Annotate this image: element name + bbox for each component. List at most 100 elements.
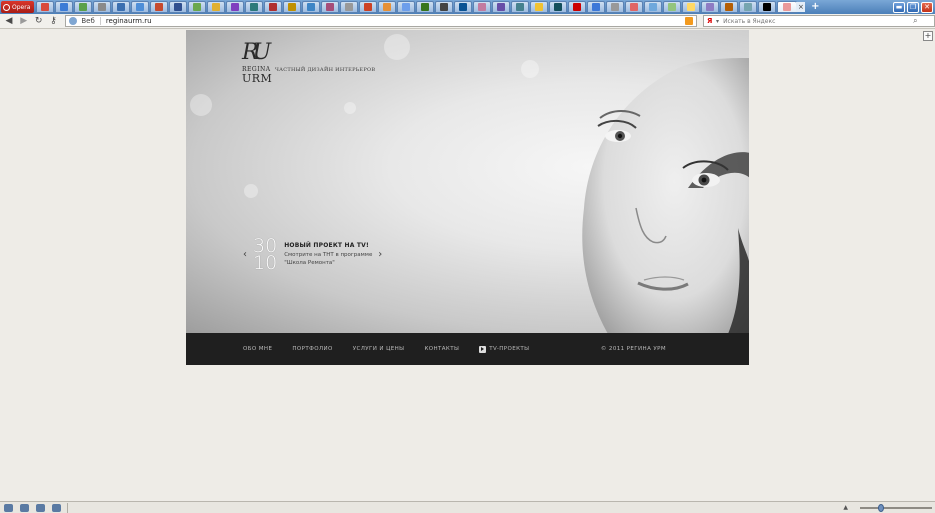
tv-projects-label: TV-ПРОЕКТЫ bbox=[489, 346, 530, 352]
browser-tab[interactable] bbox=[397, 1, 416, 13]
tab-strip bbox=[36, 1, 798, 13]
browser-tab[interactable] bbox=[264, 1, 283, 13]
panel-toggle-button[interactable]: + bbox=[923, 31, 933, 41]
browser-tab[interactable] bbox=[606, 1, 625, 13]
nav-link-services[interactable]: УСЛУГИ И ЦЕНЫ bbox=[353, 346, 405, 352]
browser-tab[interactable] bbox=[150, 1, 169, 13]
browser-tab[interactable] bbox=[112, 1, 131, 13]
tab-favicon-icon bbox=[136, 3, 145, 11]
promo-next-arrow[interactable]: › bbox=[378, 249, 382, 260]
tab-close-icon[interactable]: × bbox=[796, 2, 806, 12]
browser-tab[interactable] bbox=[283, 1, 302, 13]
browser-tab[interactable] bbox=[378, 1, 397, 13]
browser-tab[interactable] bbox=[777, 1, 798, 13]
status-bar: ▲ bbox=[0, 501, 935, 513]
tab-favicon-icon bbox=[212, 3, 221, 11]
zoom-control: ▲ bbox=[843, 503, 932, 512]
tab-favicon-icon bbox=[592, 3, 601, 11]
forward-button[interactable]: ▶ bbox=[18, 15, 30, 27]
site-logo[interactable]: RU REGINA URM bbox=[242, 40, 272, 85]
browser-tab[interactable] bbox=[340, 1, 359, 13]
browser-tab[interactable] bbox=[644, 1, 663, 13]
browser-tab[interactable] bbox=[207, 1, 226, 13]
browser-tab[interactable] bbox=[492, 1, 511, 13]
browser-tab[interactable] bbox=[435, 1, 454, 13]
view-options-icon[interactable]: ▲ bbox=[843, 504, 848, 511]
tab-favicon-icon bbox=[269, 3, 278, 11]
opera-unite-icon[interactable] bbox=[20, 503, 29, 512]
panels-icon[interactable] bbox=[4, 503, 13, 512]
promo-title[interactable]: НОВЫЙ ПРОЕКТ НА TV! bbox=[284, 242, 374, 249]
search-field[interactable]: Я ▾ ⌕ bbox=[703, 15, 935, 27]
wand-key-button[interactable]: ⚷ bbox=[48, 15, 60, 27]
zoom-slider[interactable] bbox=[860, 503, 932, 512]
browser-tab[interactable] bbox=[587, 1, 606, 13]
browser-tab[interactable] bbox=[169, 1, 188, 13]
url-text[interactable]: reginaurm.ru bbox=[106, 17, 685, 25]
bokeh-light bbox=[521, 60, 539, 78]
new-tab-button[interactable]: + bbox=[809, 1, 821, 13]
browser-tab[interactable] bbox=[321, 1, 340, 13]
search-input[interactable] bbox=[723, 17, 914, 25]
promo-body-line: Смотрите на ТНТ в программе bbox=[284, 252, 373, 258]
browser-tab[interactable] bbox=[188, 1, 207, 13]
search-icon[interactable]: ⌕ bbox=[913, 16, 917, 26]
browser-tab[interactable] bbox=[701, 1, 720, 13]
nav-link-contacts[interactable]: КОНТАКТЫ bbox=[424, 346, 459, 352]
nav-link-tv-projects[interactable]: TV-ПРОЕКТЫ bbox=[479, 345, 530, 353]
nav-link-portfolio[interactable]: ПОРТФОЛИО bbox=[292, 346, 332, 352]
opera-menu-button[interactable]: Opera bbox=[1, 1, 35, 13]
reload-button[interactable]: ↻ bbox=[33, 15, 45, 27]
address-toolbar: ◀ ▶ ↻ ⚷ Веб reginaurm.ru Я ▾ ⌕ bbox=[0, 14, 935, 29]
tab-favicon-icon bbox=[459, 3, 468, 11]
browser-tab[interactable] bbox=[55, 1, 74, 13]
browser-tab[interactable] bbox=[549, 1, 568, 13]
status-divider bbox=[67, 502, 68, 513]
logo-monogram: RU bbox=[242, 40, 271, 65]
browser-tab[interactable] bbox=[473, 1, 492, 13]
browser-tab[interactable] bbox=[720, 1, 739, 13]
play-icon bbox=[479, 345, 487, 353]
tab-favicon-icon bbox=[668, 3, 677, 11]
browser-tab[interactable] bbox=[36, 1, 55, 13]
browser-tab[interactable] bbox=[226, 1, 245, 13]
bokeh-light bbox=[344, 102, 356, 114]
tab-favicon-icon bbox=[288, 3, 297, 11]
back-button[interactable]: ◀ bbox=[3, 15, 15, 27]
browser-tab[interactable] bbox=[568, 1, 587, 13]
address-field[interactable]: Веб reginaurm.ru bbox=[65, 15, 698, 27]
browser-tab[interactable] bbox=[359, 1, 378, 13]
restore-button[interactable]: ❐ bbox=[907, 1, 919, 13]
hero-banner: RU REGINA URM ЧАСТНЫЙ ДИЗАЙН ИНТЕРЬЕРОВ bbox=[186, 30, 749, 334]
browser-tab[interactable] bbox=[416, 1, 435, 13]
zoom-slider-handle[interactable] bbox=[878, 503, 884, 512]
turbo-icon[interactable] bbox=[52, 503, 61, 512]
opera-link-icon[interactable] bbox=[36, 503, 45, 512]
page-viewport: + RU REGINA URM ЧАСТНЫЙ ДИЗАЙН ИНТЕРЬЕРО… bbox=[0, 30, 935, 501]
browser-tab[interactable] bbox=[682, 1, 701, 13]
yandex-icon[interactable]: Я bbox=[707, 17, 715, 25]
tab-favicon-icon bbox=[687, 3, 696, 11]
promo-text[interactable]: НОВЫЙ ПРОЕКТ НА TV! Смотрите на ТНТ в пр… bbox=[284, 242, 374, 267]
browser-tab[interactable] bbox=[511, 1, 530, 13]
browser-tab[interactable] bbox=[530, 1, 549, 13]
rss-feed-icon[interactable] bbox=[685, 17, 694, 25]
search-engine-dropdown-icon[interactable]: ▾ bbox=[716, 18, 719, 25]
browser-tab[interactable] bbox=[245, 1, 264, 13]
close-window-button[interactable]: ✕ bbox=[921, 1, 933, 13]
browser-tab[interactable] bbox=[74, 1, 93, 13]
nav-link-about[interactable]: ОБО МНЕ bbox=[243, 346, 272, 352]
minimize-button[interactable]: ▬ bbox=[893, 1, 905, 13]
browser-tab[interactable] bbox=[302, 1, 321, 13]
tab-favicon-icon bbox=[440, 3, 449, 11]
browser-tab[interactable] bbox=[758, 1, 777, 13]
browser-tab[interactable] bbox=[625, 1, 644, 13]
browser-tab[interactable] bbox=[454, 1, 473, 13]
site-tagline: ЧАСТНЫЙ ДИЗАЙН ИНТЕРЬЕРОВ bbox=[275, 67, 376, 73]
browser-tab[interactable] bbox=[739, 1, 758, 13]
promo-prev-arrow[interactable]: ‹ bbox=[243, 249, 247, 260]
browser-tab[interactable] bbox=[131, 1, 150, 13]
tab-favicon-icon bbox=[516, 3, 525, 11]
browser-tab[interactable] bbox=[93, 1, 112, 13]
browser-tab[interactable] bbox=[663, 1, 682, 13]
